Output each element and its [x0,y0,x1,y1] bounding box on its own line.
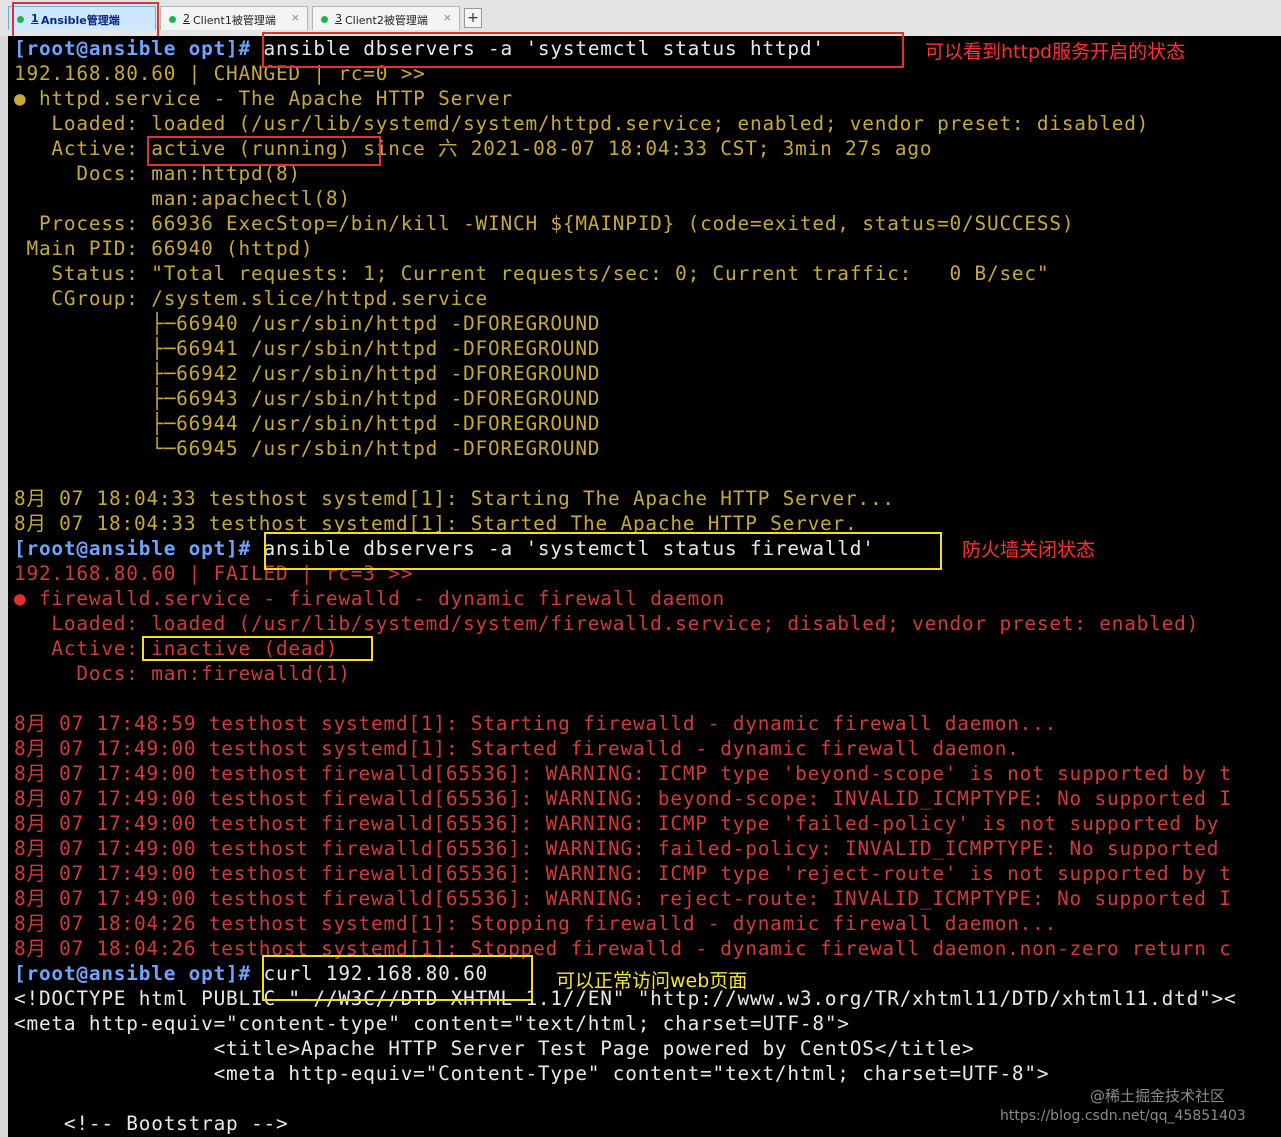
highlight-box-httpd-command [262,32,904,68]
process-tree-line: ├─66942 /usr/sbin/httpd -DFOREGROUND [14,362,601,385]
journal-log-line: 8月 07 17:49:00 testhost firewalld[65536]… [14,812,1220,835]
journal-log-line: 8月 07 17:49:00 testhost firewalld[65536]… [14,837,1220,860]
active-label: Active: [14,137,152,160]
journal-log-line: 8月 07 17:48:59 testhost systemd[1]: Star… [14,712,1058,735]
terminal-line-unit: ● httpd.service - The Apache HTTP Server [14,86,513,111]
shell-prompt: [root@ansible opt]# [14,537,252,560]
journal-log-line: 8月 07 18:04:26 testhost systemd[1]: Stop… [14,912,1058,935]
process-tree-line: └─66945 /usr/sbin/httpd -DFOREGROUND [14,437,601,460]
close-tab-icon[interactable]: × [291,11,300,24]
tab-client1[interactable]: 2 Client1被管理端 × [160,6,308,30]
terminal-line-status: Status: "Total requests: 1; Current requ… [14,262,1050,285]
journal-log-line: 8月 07 17:49:00 testhost firewalld[65536]… [14,787,1232,810]
window-left-border [0,36,8,1137]
process-tree-line: ├─66941 /usr/sbin/httpd -DFOREGROUND [14,337,601,360]
annotation-firewall-off: 防火墙关闭状态 [962,539,1096,561]
terminal-line-mainpid: Main PID: 66940 (httpd) [14,237,314,260]
tab-client2[interactable]: 3 Client2被管理端 × [312,6,460,30]
terminal-line-loaded: Loaded: loaded (/usr/lib/systemd/system/… [14,112,1150,135]
terminal-line-process: Process: 66936 ExecStop=/bin/kill -WINCH… [14,212,1075,235]
active-label: Active: [14,637,152,660]
process-tree-line: ├─66940 /usr/sbin/httpd -DFOREGROUND [14,312,601,335]
active-since: since 六 2021-08-07 18:04:33 CST; 3min 27… [350,137,933,160]
unit-description: httpd.service - The Apache HTTP Server [26,87,513,110]
annotation-httpd-running: 可以看到httpd服务开启的状态 [925,41,1186,63]
journal-log-line: 8月 07 17:49:00 testhost firewalld[65536]… [14,862,1232,885]
tab-label: Client1被管理端 [193,14,276,27]
curl-output-line: <meta http-equiv="Content-Type" content=… [14,1062,1050,1085]
close-tab-icon[interactable]: × [443,11,452,24]
journal-log-line: 8月 07 17:49:00 testhost firewalld[65536]… [14,762,1232,785]
new-tab-button[interactable]: + [464,8,482,28]
journal-log-line: 8月 07 18:04:33 testhost systemd[1]: Star… [14,487,895,510]
curl-output-line: <!-- Bootstrap --> [14,1112,289,1135]
terminal-line-cgroup: CGroup: /system.slice/httpd.service [14,287,489,310]
status-bullet-icon: ● [14,87,27,110]
highlight-box-curl-command [262,955,533,1001]
terminal-line-unit: ● firewalld.service - firewalld - dynami… [14,586,725,611]
terminal-line-docs: man:apachectl(8) [14,187,351,210]
tab-number: 2 [183,12,190,25]
highlight-box-firewalld-command [264,532,942,570]
highlight-box-httpd-running [147,136,381,166]
journal-log-line: 8月 07 17:49:00 testhost systemd[1]: Star… [14,737,1020,760]
terminal-line-docs: Docs: man:firewalld(1) [14,662,351,685]
connected-dot-icon [321,16,328,23]
shell-prompt: [root@ansible opt]# [14,37,252,60]
shell-prompt: [root@ansible opt]# [14,962,252,985]
watermark-juejin: @稀土掘金技术社区 [1090,1087,1226,1105]
tab-label: Client2被管理端 [345,14,428,27]
curl-output-line: <meta http-equiv="content-type" content=… [14,1012,850,1035]
connected-dot-icon [169,16,176,23]
unit-description: firewalld.service - firewalld - dynamic … [26,587,726,610]
terminal-line-loaded: Loaded: loaded (/usr/lib/systemd/system/… [14,612,1200,635]
highlight-box-firewalld-dead [142,636,373,661]
annotation-web-accessible: 可以正常访问web页面 [556,970,748,992]
watermark-csdn: https://blog.csdn.net/qq_45851403 [1000,1108,1246,1124]
curl-output-line: <title>Apache HTTP Server Test Page powe… [14,1037,975,1060]
process-tree-line: ├─66944 /usr/sbin/httpd -DFOREGROUND [14,412,601,435]
tab-number: 3 [335,12,342,25]
journal-log-line: 8月 07 18:04:26 testhost systemd[1]: Stop… [14,937,1232,960]
tab-bar: 1 Ansible管理端 2 Client1被管理端 × 3 Client2被管… [0,0,1281,36]
journal-log-line: 8月 07 17:49:00 testhost firewalld[65536]… [14,887,1232,910]
process-tree-line: ├─66943 /usr/sbin/httpd -DFOREGROUND [14,387,601,410]
status-bullet-icon: ● [14,587,27,610]
